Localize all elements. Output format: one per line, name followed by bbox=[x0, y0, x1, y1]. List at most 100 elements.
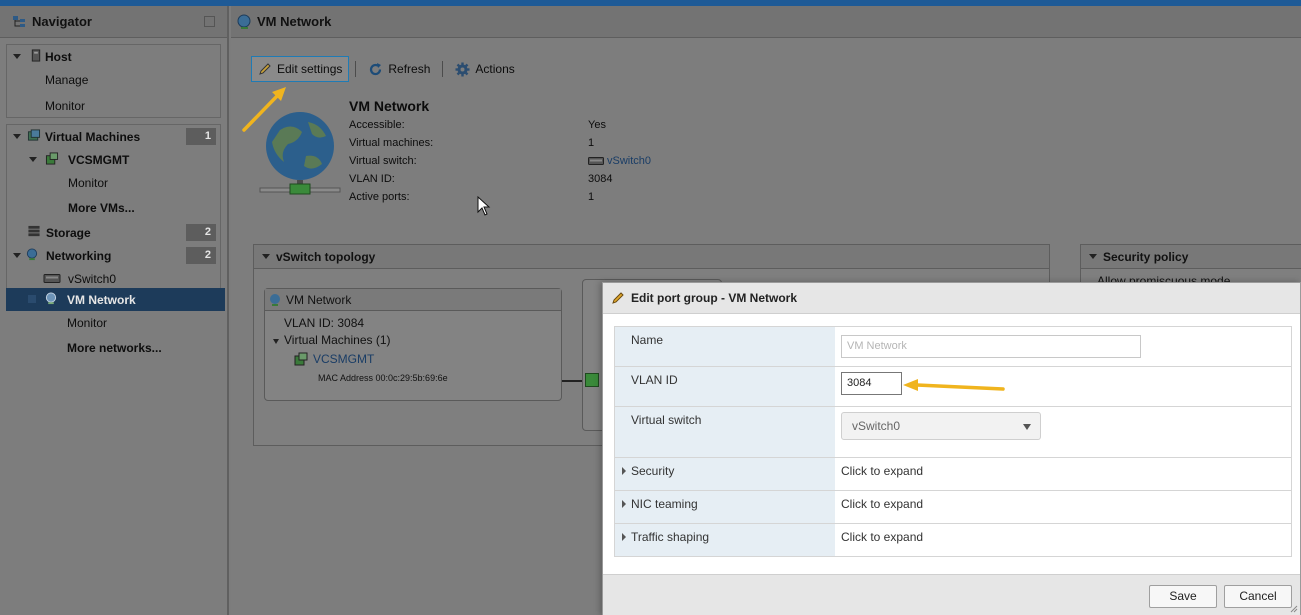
nav-networking-label: Networking bbox=[46, 248, 112, 263]
nav-host[interactable]: Host bbox=[7, 45, 220, 68]
vswitch-topology-title: vSwitch topology bbox=[276, 249, 376, 264]
port-group-icon bbox=[45, 292, 57, 305]
summary-title: VM Network bbox=[349, 98, 430, 114]
security-expand-link[interactable]: Click to expand bbox=[835, 458, 1291, 490]
inventory-group: Virtual Machines 1 VCSMGMT Monitor More … bbox=[6, 124, 221, 291]
dialog-form: Name VM Network VLAN ID 3084 Virtual swi… bbox=[614, 326, 1292, 557]
topology-mac-address: MAC Address 00:0c:29:5b:69:6e bbox=[318, 373, 448, 383]
toolbar-divider bbox=[355, 61, 357, 77]
expand-icon[interactable] bbox=[29, 157, 37, 162]
vlan-id-value: 3084 bbox=[588, 173, 613, 185]
nav-storage[interactable]: Storage 2 bbox=[7, 221, 220, 244]
topology-vm-link[interactable]: VCSMGMT bbox=[313, 352, 374, 366]
traffic-shaping-row[interactable]: Traffic shaping Click to expand bbox=[614, 524, 1292, 557]
nic-teaming-expand-link[interactable]: Click to expand bbox=[835, 491, 1291, 523]
vm-icon bbox=[294, 352, 308, 366]
security-policy-title: Security policy bbox=[1103, 249, 1189, 264]
security-label-cell: Security bbox=[615, 458, 835, 490]
nav-more-networks-label: More networks... bbox=[67, 340, 162, 355]
virtual-machines-icon bbox=[27, 129, 41, 141]
vswitch-icon bbox=[588, 157, 604, 165]
edit-settings-button[interactable]: Edit settings bbox=[251, 56, 350, 82]
virtual-switch-key: Virtual switch: bbox=[349, 155, 417, 167]
nav-more-networks[interactable]: More networks... bbox=[6, 336, 225, 359]
traffic-shaping-expand-link[interactable]: Click to expand bbox=[835, 524, 1291, 556]
nav-vm-network[interactable]: VM Network bbox=[6, 288, 225, 311]
port-group-icon bbox=[237, 14, 251, 29]
resize-handle-icon[interactable] bbox=[1288, 603, 1298, 613]
vswitch-icon bbox=[43, 274, 61, 283]
nav-host-label: Host bbox=[45, 49, 72, 64]
expand-icon[interactable] bbox=[273, 339, 279, 344]
nav-vswitch0[interactable]: vSwitch0 bbox=[7, 267, 220, 290]
collapse-icon[interactable] bbox=[1089, 254, 1097, 259]
nic-teaming-row[interactable]: NIC teaming Click to expand bbox=[614, 491, 1292, 524]
name-input[interactable]: VM Network bbox=[841, 335, 1141, 358]
topology-port bbox=[585, 373, 599, 387]
expand-icon bbox=[28, 295, 36, 303]
host-group: Host Manage Monitor bbox=[6, 44, 221, 118]
traffic-shaping-label-cell: Traffic shaping bbox=[615, 524, 835, 556]
security-policy-header[interactable]: Security policy bbox=[1081, 245, 1301, 269]
navigator-title: Navigator bbox=[32, 14, 92, 29]
accessible-value: Yes bbox=[588, 119, 606, 131]
name-cell: VM Network bbox=[835, 327, 1291, 366]
refresh-button[interactable]: Refresh bbox=[362, 56, 436, 82]
nav-vm-network-label: VM Network bbox=[67, 292, 136, 307]
virtual-switch-value: vSwitch0 bbox=[852, 419, 901, 433]
nav-monitor-label: Monitor bbox=[45, 98, 86, 113]
collapse-navigator-icon[interactable] bbox=[204, 16, 215, 27]
port-group-icon bbox=[270, 294, 280, 306]
active-ports-key: Active ports: bbox=[349, 191, 410, 203]
virtual-machines-key: Virtual machines: bbox=[349, 137, 434, 149]
virtual-switch-row: Virtual switch vSwitch0 bbox=[614, 407, 1292, 458]
nav-networking[interactable]: Networking 2 bbox=[7, 244, 220, 267]
pencil-icon bbox=[259, 63, 271, 75]
nav-vm-label: VCSMGMT bbox=[68, 152, 130, 167]
nav-virtual-machines[interactable]: Virtual Machines 1 bbox=[7, 125, 220, 148]
expand-icon[interactable] bbox=[13, 253, 21, 258]
virtual-switch-cell: vSwitch0 bbox=[835, 407, 1291, 457]
pencil-icon bbox=[612, 292, 624, 304]
vlan-id-key: VLAN ID: bbox=[349, 173, 395, 185]
annotation-arrow-icon bbox=[242, 87, 286, 132]
vlan-id-input[interactable]: 3084 bbox=[841, 372, 902, 395]
collapse-icon[interactable] bbox=[262, 254, 270, 259]
virtual-switch-link[interactable]: vSwitch0 bbox=[607, 155, 651, 167]
save-button[interactable]: Save bbox=[1149, 585, 1217, 608]
expand-icon[interactable] bbox=[13, 54, 21, 59]
actions-button[interactable]: Actions bbox=[449, 56, 520, 82]
nav-storage-label: Storage bbox=[46, 225, 91, 240]
expand-icon[interactable] bbox=[622, 500, 626, 508]
nav-network-monitor[interactable]: Monitor bbox=[6, 311, 225, 334]
security-row[interactable]: Security Click to expand bbox=[614, 458, 1292, 491]
active-ports-value: 1 bbox=[588, 191, 595, 203]
nav-vswitch0-label: vSwitch0 bbox=[68, 271, 117, 286]
dialog-footer: Save Cancel bbox=[603, 574, 1300, 615]
vswitch-topology-header[interactable]: vSwitch topology bbox=[254, 245, 1049, 269]
nav-host-manage[interactable]: Manage bbox=[7, 68, 220, 91]
virtual-switch-select[interactable]: vSwitch0 bbox=[841, 412, 1041, 440]
cancel-button[interactable]: Cancel bbox=[1224, 585, 1292, 608]
topology-vlan: VLAN ID: 3084 bbox=[284, 316, 365, 330]
edit-settings-label: Edit settings bbox=[277, 62, 343, 76]
chevron-down-icon bbox=[1023, 424, 1031, 430]
traffic-shaping-label: Traffic shaping bbox=[631, 530, 710, 544]
nav-vm-monitor[interactable]: Monitor bbox=[7, 171, 220, 194]
topology-connector-line bbox=[562, 380, 584, 382]
annotation-arrow-icon bbox=[903, 379, 1005, 391]
networking-count-badge: 2 bbox=[186, 247, 216, 264]
navigator-icon bbox=[13, 15, 25, 27]
dialog-title: Edit port group - VM Network bbox=[631, 291, 797, 305]
nav-vm-vcsmgmt[interactable]: VCSMGMT bbox=[7, 148, 220, 171]
expand-icon[interactable] bbox=[13, 134, 21, 139]
expand-icon[interactable] bbox=[622, 533, 626, 541]
name-label: Name bbox=[615, 327, 835, 366]
expand-icon[interactable] bbox=[622, 467, 626, 475]
topology-portgroup-name: VM Network bbox=[286, 293, 352, 307]
nav-network-monitor-label: Monitor bbox=[67, 315, 108, 330]
toolbar-divider bbox=[442, 61, 444, 77]
nav-host-monitor[interactable]: Monitor bbox=[7, 94, 220, 117]
vlan-label: VLAN ID bbox=[615, 367, 835, 406]
nav-more-vms[interactable]: More VMs... bbox=[7, 196, 220, 219]
